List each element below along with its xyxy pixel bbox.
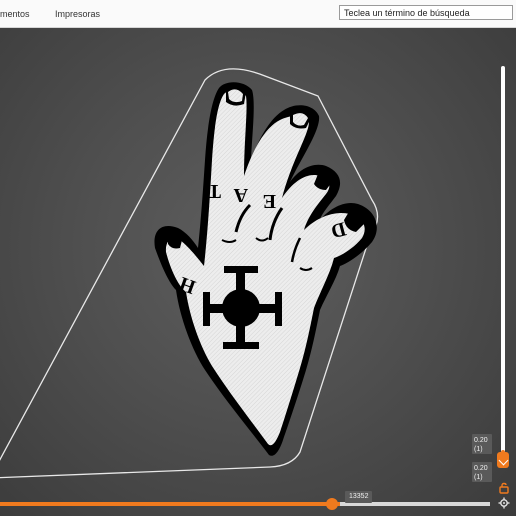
simulation-progress-label: 13352 (345, 491, 373, 503)
menu-bar: mentos Impresoras (0, 0, 516, 28)
tattoo-letter: T (207, 180, 221, 202)
lock-icon[interactable] (498, 482, 510, 494)
layer-slider-track[interactable] (501, 66, 505, 458)
search-input[interactable] (339, 5, 513, 20)
tattoo-letter: E (263, 190, 276, 212)
simulation-progress-handle[interactable] (326, 498, 338, 510)
viewport-scene: T A E D H (0, 68, 379, 479)
layer-top-count: (1) (474, 446, 483, 453)
menu-item-impresoras[interactable]: Impresoras (55, 9, 100, 19)
layer-bottom-value: 0.20 (474, 465, 488, 472)
menu-item-complementos[interactable]: mentos (0, 9, 30, 19)
hand-model: T A E D H (154, 82, 377, 456)
tattoo-letter: A (233, 184, 248, 206)
layer-slider-handle[interactable] (497, 452, 509, 468)
simulation-progress-fill (0, 502, 340, 506)
3d-viewport[interactable]: T A E D H (0, 28, 516, 516)
layer-label-bottom: 0.20 (1) (472, 462, 492, 482)
gear-icon[interactable] (498, 497, 510, 509)
layer-top-value: 0.20 (474, 437, 488, 444)
layer-label-top: 0.20 (1) (472, 434, 492, 454)
layer-bottom-count: (1) (474, 474, 483, 481)
